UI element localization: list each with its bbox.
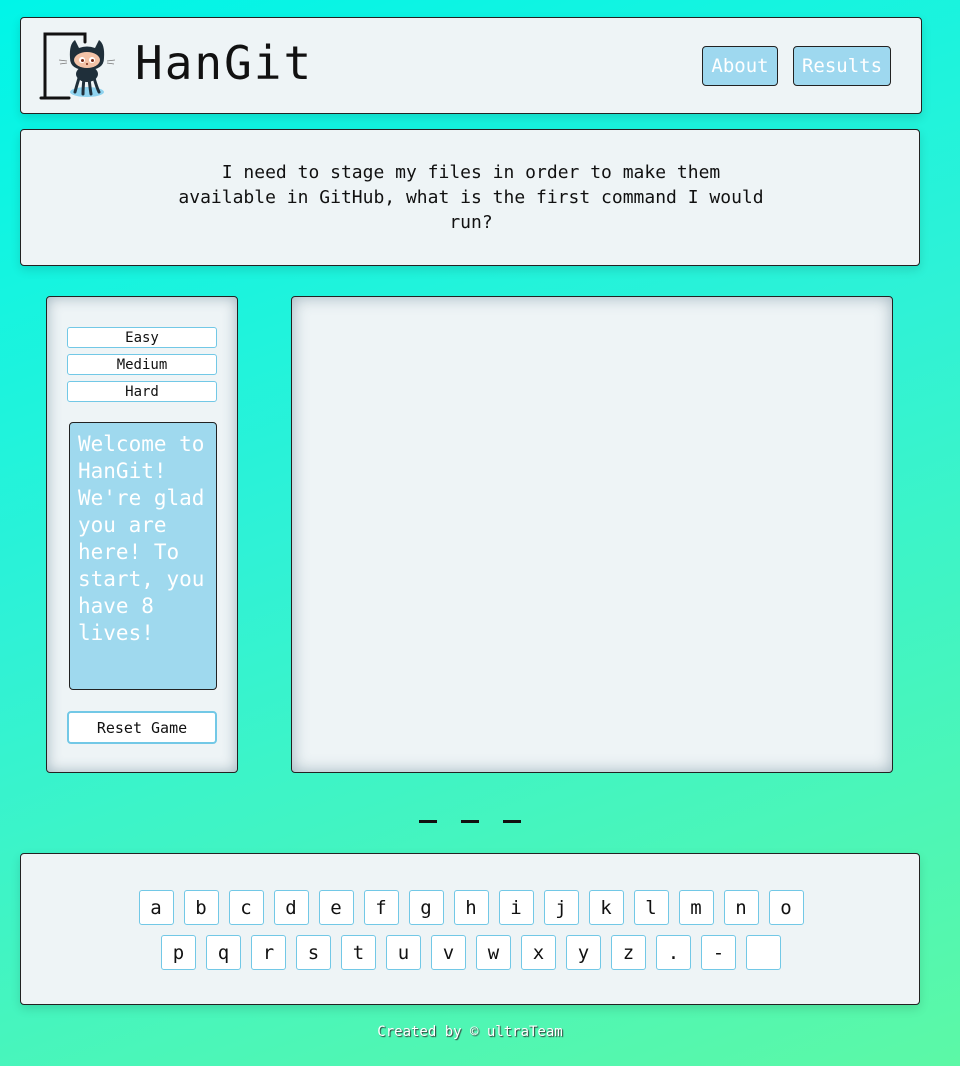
keyboard-row-2: pqrstuvwxyz.- <box>21 935 921 970</box>
about-button[interactable]: About <box>702 46 778 86</box>
key-w[interactable]: w <box>476 935 511 970</box>
key-j[interactable]: j <box>543 890 579 925</box>
question-panel: I need to stage my files in order to mak… <box>20 129 920 266</box>
key-s[interactable]: s <box>296 935 331 970</box>
easy-button[interactable]: Easy <box>67 327 217 348</box>
key-a[interactable]: a <box>138 890 174 925</box>
results-button[interactable]: Results <box>793 46 891 86</box>
key-m[interactable]: m <box>678 890 714 925</box>
key-f[interactable]: f <box>363 890 399 925</box>
side-panel: Easy Medium Hard Welcome to HanGit! We'r… <box>46 296 238 773</box>
key-p[interactable]: p <box>161 935 196 970</box>
message-box: Welcome to HanGit! We're glad you are he… <box>69 422 217 690</box>
key-t[interactable]: t <box>341 935 376 970</box>
key-v[interactable]: v <box>431 935 466 970</box>
key-c[interactable]: c <box>228 890 264 925</box>
word-blanks <box>0 820 940 823</box>
footer: Created by © ultraTeam <box>377 1024 563 1040</box>
key-h[interactable]: h <box>453 890 489 925</box>
header: HanGit About Results <box>20 17 922 114</box>
letter-blank <box>503 820 521 823</box>
letter-blank <box>461 820 479 823</box>
key-dot[interactable]: . <box>656 935 691 970</box>
key-e[interactable]: e <box>318 890 354 925</box>
keyboard-row-1: abcdefghijklmno <box>21 890 921 925</box>
key-u[interactable]: u <box>386 935 421 970</box>
key-x[interactable]: x <box>521 935 556 970</box>
medium-button[interactable]: Medium <box>67 354 217 375</box>
key-l[interactable]: l <box>633 890 669 925</box>
octocat-hangman-icon <box>39 32 121 102</box>
key-n[interactable]: n <box>723 890 759 925</box>
question-text: I need to stage my files in order to mak… <box>178 162 764 233</box>
app-title: HanGit <box>135 36 314 90</box>
key-y[interactable]: y <box>566 935 601 970</box>
key-k[interactable]: k <box>588 890 624 925</box>
keyboard-panel: abcdefghijklmno pqrstuvwxyz.- <box>20 853 920 1005</box>
key-z[interactable]: z <box>611 935 646 970</box>
hangman-canvas <box>291 296 893 773</box>
key-q[interactable]: q <box>206 935 241 970</box>
key-space[interactable] <box>746 935 781 970</box>
reset-game-button[interactable]: Reset Game <box>67 711 217 744</box>
key-dash[interactable]: - <box>701 935 736 970</box>
key-d[interactable]: d <box>273 890 309 925</box>
letter-blank <box>419 820 437 823</box>
key-i[interactable]: i <box>498 890 534 925</box>
key-b[interactable]: b <box>183 890 219 925</box>
key-r[interactable]: r <box>251 935 286 970</box>
key-o[interactable]: o <box>768 890 804 925</box>
hard-button[interactable]: Hard <box>67 381 217 402</box>
key-g[interactable]: g <box>408 890 444 925</box>
